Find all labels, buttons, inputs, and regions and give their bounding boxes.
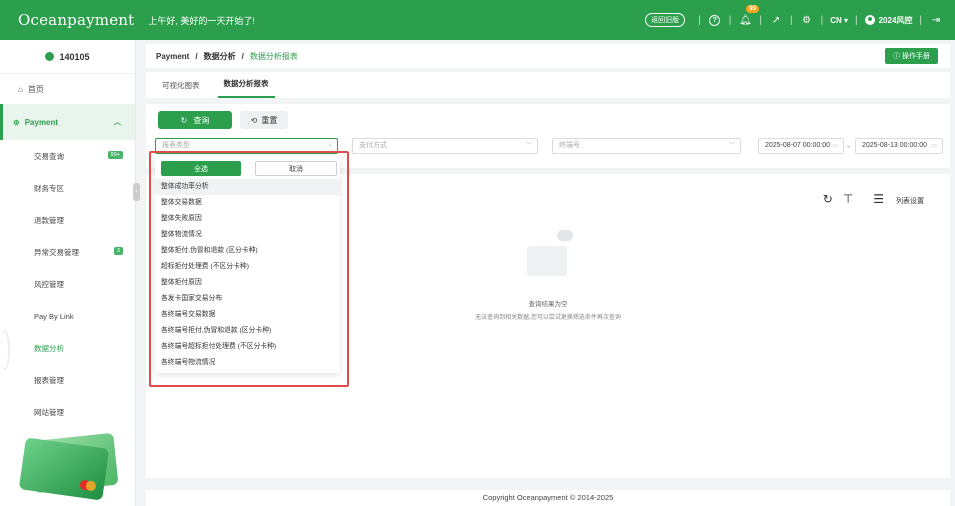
dropdown-option[interactable]: 各终端号物流情况 (155, 355, 340, 371)
decorative-arc (0, 330, 10, 370)
logo[interactable]: Oceanpayment (18, 11, 134, 29)
column-settings-button[interactable]: ☰ 列表设置 (863, 192, 924, 206)
date-end-input[interactable]: 2025-08-13 00:00:00 ▭ (855, 138, 943, 154)
dropdown-option[interactable]: 整体交易数据 (155, 195, 340, 211)
sidebar-item-websites[interactable]: 网站管理 (0, 396, 135, 428)
reset-button[interactable]: ⟲ 重置 (240, 111, 288, 129)
sidebar-item-pay-by-link[interactable]: Pay By Link (0, 300, 135, 332)
empty-box-icon (523, 230, 573, 280)
gear-icon[interactable]: ⚙ (800, 13, 814, 27)
text-height-icon[interactable]: ⊤ (843, 192, 853, 206)
report-type-dropdown: 全选 取消 整体成功率分析 整体交易数据 整体失败原因 整体物流情况 整体拒付,… (155, 155, 340, 373)
dropdown-option[interactable]: 各终端号交易数据 (155, 307, 340, 323)
terminal-select[interactable]: 终端号 ﹀ (552, 138, 741, 154)
list-icon: ☰ (873, 192, 885, 206)
report-type-select[interactable]: 报表类型 ⌕ (155, 138, 338, 154)
logout-icon[interactable]: ⇥ (929, 13, 943, 27)
dropdown-option[interactable]: 整体物流情况 (155, 227, 340, 243)
refresh-icon[interactable]: ↻ (823, 192, 833, 206)
tab-visual-charts[interactable]: 可视化图表 (156, 80, 206, 98)
table-toolbar: ↻ ⊤ ☰ 列表设置 (813, 192, 924, 206)
sidebar-item-data-analysis[interactable]: 数据分析 (0, 332, 135, 364)
sidebar-item-finance[interactable]: 财务专区 (0, 172, 135, 204)
external-link-icon[interactable]: ↗ (769, 13, 783, 27)
breadcrumb-current: 数据分析报表 (249, 51, 298, 61)
reset-icon: ⟲ (250, 115, 258, 125)
dropdown-options: 整体成功率分析 整体交易数据 整体失败原因 整体物流情况 整体拒付,伪冒和退款 … (155, 179, 340, 371)
payment-icon: ⊕ (13, 117, 20, 127)
dropdown-option[interactable]: 各发卡国家交易分布 (155, 291, 340, 307)
sidebar-item-home[interactable]: ⌂ 首页 (0, 74, 135, 104)
sidebar: 140105 ⌂ 首页 ⊕ Payment ︿ 交易查询 99+ 财务专区 退款管理 异… (0, 40, 136, 506)
dropdown-option[interactable]: 整体拒付原因 (155, 275, 340, 291)
header-actions: 返回旧版 | ? | 🔔︎ 99 | ↗ | ⚙ | CN ▾ | 2024风控 … (645, 0, 943, 40)
breadcrumb: Payment / 数据分析 / 数据分析报表 ⓘ 操作手册 (146, 44, 950, 68)
dropdown-option[interactable]: 整体成功率分析 (155, 179, 340, 195)
help-icon[interactable]: ? (708, 13, 722, 27)
breadcrumb-mid[interactable]: 数据分析 (204, 51, 236, 62)
chevron-up-icon: ︿ (114, 119, 121, 126)
select-all-button[interactable]: 全选 (161, 161, 241, 176)
count-badge: 99+ (107, 151, 123, 159)
top-header: Oceanpayment 上午好, 美好的一天开始了! 返回旧版 | ? | 🔔… (0, 0, 955, 40)
info-icon: ⓘ (893, 53, 902, 60)
manual-button[interactable]: ⓘ 操作手册 (885, 48, 938, 64)
chevron-down-icon: ﹀ (728, 143, 735, 149)
query-button[interactable]: ↻ 查询 (158, 111, 232, 129)
avatar-icon (864, 15, 875, 25)
dropdown-option[interactable]: 各终端号超标拒付处理费 (不区分卡种) (155, 339, 340, 355)
promo-card-image (18, 432, 119, 501)
greeting: 上午好, 美好的一天开始了! (148, 15, 255, 26)
calendar-icon: ▭ (832, 143, 838, 149)
user-menu[interactable]: 2024风控 (864, 15, 912, 26)
sidebar-item-transactions[interactable]: 交易查询 99+ (0, 140, 135, 172)
sidebar-item-abnormal[interactable]: 异常交易管理 3 (0, 236, 135, 268)
tab-bar: 可视化图表 数据分析报表 (146, 72, 950, 98)
sidebar-item-refunds[interactable]: 退款管理 (0, 204, 135, 236)
dropdown-option[interactable]: 整体拒付,伪冒和退款 (区分卡种) (155, 243, 340, 259)
tab-analysis-report[interactable]: 数据分析报表 (217, 78, 275, 98)
old-version-button[interactable]: 返回旧版 (645, 13, 686, 27)
dropdown-option[interactable]: 各终端号拒付,伪冒和退款 (区分卡种) (155, 323, 340, 339)
sidebar-item-payment[interactable]: ⊕ Payment ︿ (0, 104, 135, 140)
refresh-icon: ↻ (180, 115, 188, 125)
language-select[interactable]: CN ▾ (830, 16, 848, 25)
footer: Copyright Oceanpayment © 2014-2025 (146, 490, 950, 506)
cancel-button[interactable]: 取消 (255, 161, 337, 176)
date-start-input[interactable]: 2025-08-07 00:00:00 ▭ (758, 138, 844, 154)
bell-icon[interactable]: 🔔︎ 99 (738, 5, 760, 27)
sidebar-item-risk[interactable]: 风控管理 (0, 268, 135, 300)
sidebar-item-reports[interactable]: 报表管理 (0, 364, 135, 396)
notification-badge: 99 (746, 5, 760, 13)
dropdown-option[interactable]: 整体失败原因 (155, 211, 340, 227)
calendar-icon: ▭ (931, 143, 937, 149)
merchant-icon (45, 52, 55, 61)
merchant-id: 140105 (0, 40, 135, 74)
count-badge: 3 (113, 247, 123, 255)
mastercard-icon (79, 479, 96, 491)
home-icon: ⌂ (18, 84, 23, 94)
breadcrumb-root[interactable]: Payment (156, 52, 189, 61)
pay-method-select[interactable]: 支付方式 ﹀ (352, 138, 538, 154)
sidebar-collapse-handle[interactable]: ‹ (133, 183, 140, 201)
chevron-down-icon: ﹀ (525, 143, 532, 149)
search-icon: ⌕ (328, 143, 332, 149)
dropdown-option[interactable]: 超标拒付处理费 (不区分卡种) (155, 259, 340, 275)
